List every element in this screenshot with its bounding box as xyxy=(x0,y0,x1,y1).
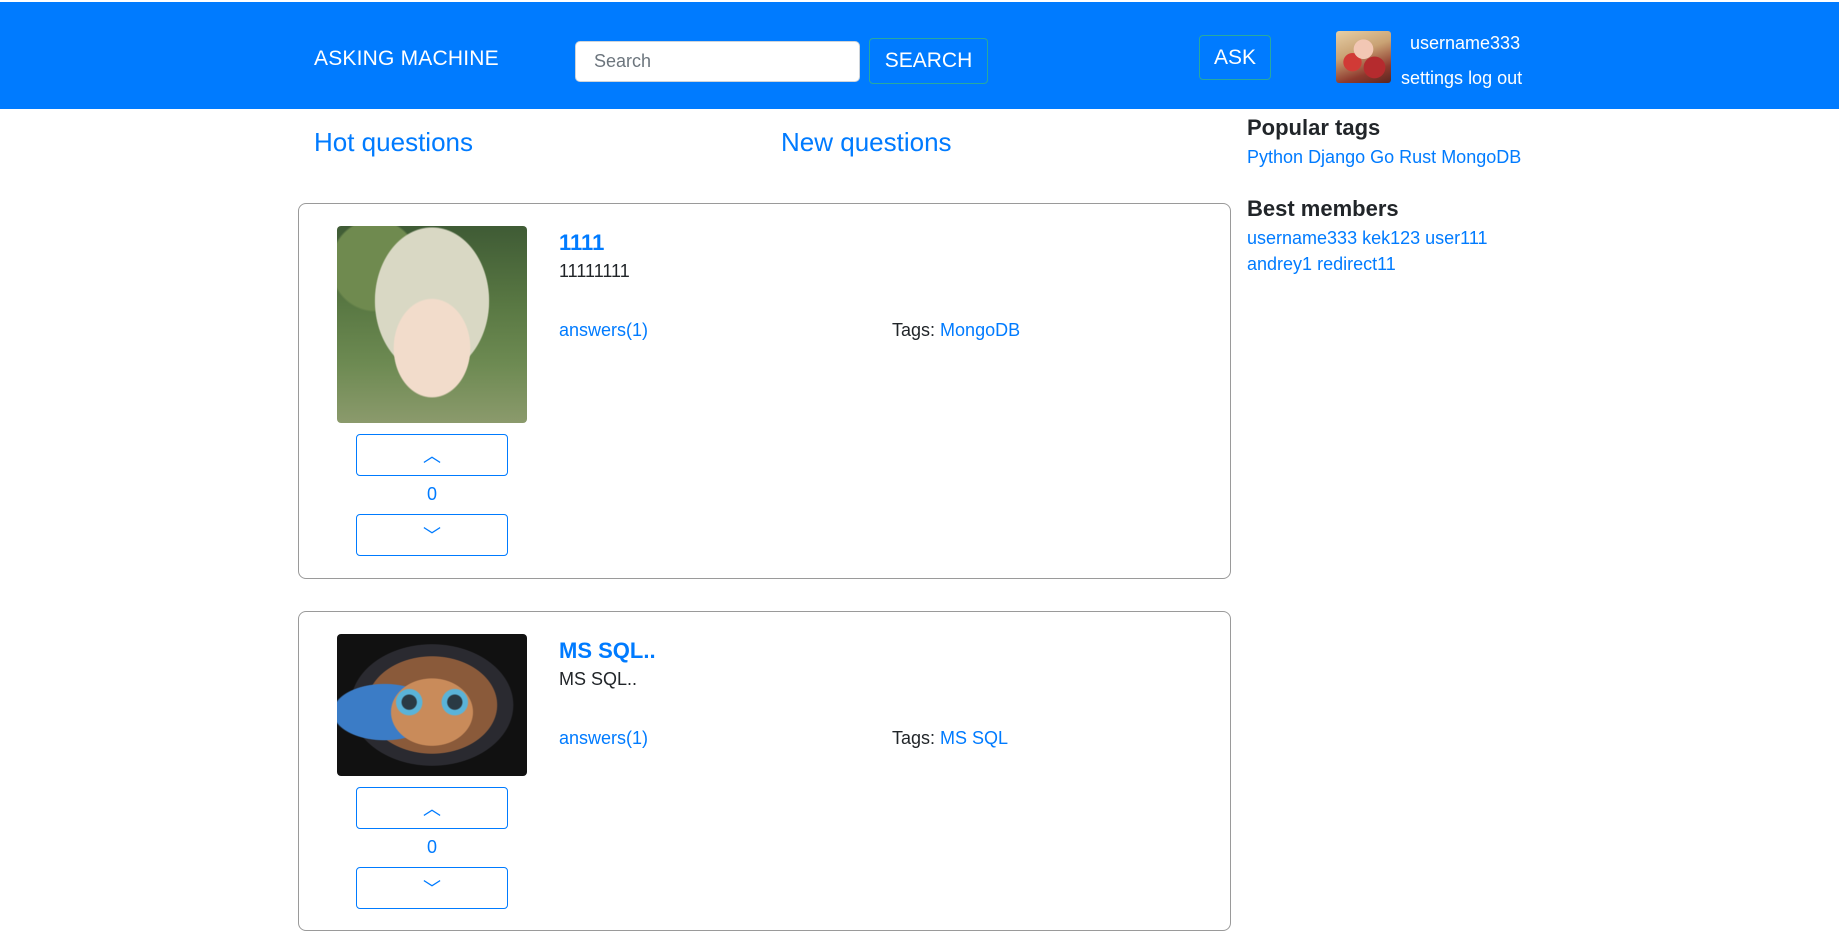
member-link[interactable]: redirect11 xyxy=(1317,254,1396,274)
vote-up-button[interactable]: ︿ xyxy=(356,434,508,476)
top-navbar: ASKING MACHINE SEARCH ASK username333 se… xyxy=(0,2,1839,109)
tag-link[interactable]: MS SQL xyxy=(940,728,1008,748)
vote-down-button[interactable]: ﹀ xyxy=(356,867,508,909)
tag-link[interactable]: Rust xyxy=(1399,147,1436,167)
chevron-down-icon: ﹀ xyxy=(423,879,441,899)
logout-link[interactable]: log out xyxy=(1468,68,1522,88)
vote-down-button[interactable]: ﹀ xyxy=(356,514,508,556)
brand-logo-link[interactable]: ASKING MACHINE xyxy=(314,47,499,71)
vote-count: 0 xyxy=(426,484,437,504)
question-title-link[interactable]: MS SQL.. xyxy=(559,638,656,664)
tab-new-questions[interactable]: New questions xyxy=(781,127,952,158)
ask-button[interactable]: ASK xyxy=(1199,35,1271,80)
popular-tags-heading: Popular tags xyxy=(1247,115,1381,140)
question-body: MS SQL.. xyxy=(559,669,638,689)
vote-count: 0 xyxy=(426,837,437,857)
tag-link[interactable]: MongoDB xyxy=(1441,147,1521,167)
tag-link[interactable]: Django xyxy=(1308,147,1365,167)
best-members-list: username333 kek123 user111 andrey1 redir… xyxy=(1247,225,1537,277)
settings-link[interactable]: settings xyxy=(1401,68,1463,88)
question-tags: Tags: MongoDB xyxy=(892,320,1020,341)
chevron-up-icon: ︿ xyxy=(423,799,441,819)
answers-link[interactable]: answers(1) xyxy=(559,728,648,749)
tag-link[interactable]: MongoDB xyxy=(940,320,1020,340)
tags-label: Tags: xyxy=(892,728,936,748)
tab-hot-questions[interactable]: Hot questions xyxy=(314,127,473,158)
user-links: settings log out xyxy=(1401,68,1522,89)
best-members-heading: Best members xyxy=(1247,196,1399,221)
tag-link[interactable]: Python xyxy=(1247,147,1303,167)
current-username: username333 xyxy=(1410,33,1521,53)
user-avatar[interactable] xyxy=(1336,31,1391,83)
question-author-avatar xyxy=(337,226,527,423)
member-link[interactable]: andrey1 xyxy=(1247,254,1312,274)
question-author-avatar xyxy=(337,634,527,776)
question-title-link[interactable]: 1111 xyxy=(559,230,604,256)
vote-up-button[interactable]: ︿ xyxy=(356,787,508,829)
question-card: ︿ 0 ﹀ MS SQL.. MS SQL.. answers(1) Tags:… xyxy=(298,611,1231,931)
question-body: 11111111 xyxy=(559,261,630,281)
question-tags: Tags: MS SQL xyxy=(892,728,1008,749)
question-card: ︿ 0 ﹀ 1111 11111111 answers(1) Tags: Mon… xyxy=(298,203,1231,579)
answers-link[interactable]: answers(1) xyxy=(559,320,648,341)
chevron-up-icon: ︿ xyxy=(423,446,441,466)
tag-link[interactable]: Go xyxy=(1370,147,1394,167)
popular-tags-list: Python Django Go Rust MongoDB xyxy=(1247,144,1547,170)
member-link[interactable]: username333 xyxy=(1247,228,1357,248)
chevron-down-icon: ﹀ xyxy=(423,526,441,546)
tags-label: Tags: xyxy=(892,320,936,340)
search-input[interactable] xyxy=(575,41,860,82)
member-link[interactable]: kek123 xyxy=(1362,228,1420,248)
member-link[interactable]: user111 xyxy=(1425,228,1487,248)
search-button[interactable]: SEARCH xyxy=(869,38,988,84)
